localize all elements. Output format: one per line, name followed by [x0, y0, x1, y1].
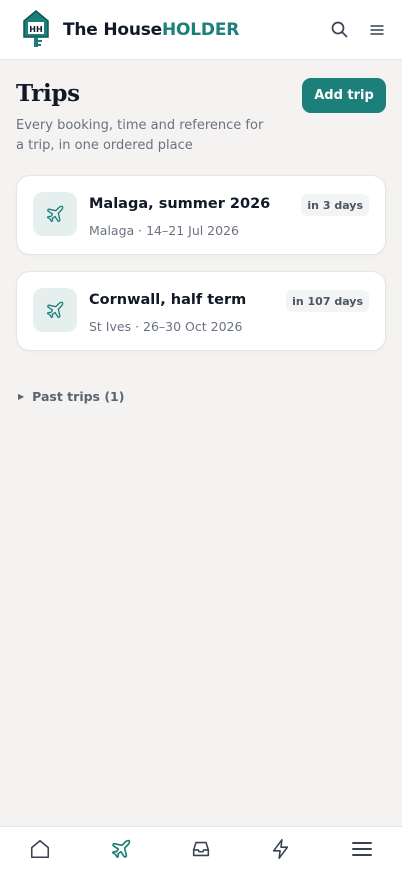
brand-name-part2: HOLDER: [162, 19, 240, 40]
app-header: HH The HouseHOLDER: [0, 0, 402, 60]
trip-name: Malaga, summer 2026: [89, 196, 271, 212]
nav-trips[interactable]: [80, 827, 160, 874]
home-icon: [29, 838, 51, 864]
plane-icon: [110, 838, 132, 864]
bottom-nav: [0, 826, 402, 874]
search-icon[interactable]: [330, 21, 348, 39]
svg-text:HH: HH: [29, 25, 42, 34]
trip-countdown-badge: in 3 days: [301, 194, 369, 216]
nav-menu[interactable]: [322, 827, 402, 874]
page-header: Trips Every booking, time and reference …: [16, 78, 386, 156]
lightning-icon: [270, 838, 292, 864]
trip-card[interactable]: Cornwall, half term St Ives · 26–30 Oct …: [16, 271, 386, 351]
add-trip-button[interactable]: Add trip: [302, 78, 386, 113]
menu-icon: [351, 841, 372, 861]
plane-icon: [33, 288, 77, 332]
trip-meta: Malaga · 14–21 Jul 2026: [89, 223, 239, 238]
app-logo[interactable]: HH: [22, 9, 50, 51]
nav-inbox[interactable]: [161, 827, 241, 874]
trip-countdown-badge: in 107 days: [286, 290, 369, 312]
menu-icon[interactable]: [368, 21, 386, 39]
nav-home[interactable]: [0, 827, 80, 874]
brand-name-part1: The House: [63, 19, 163, 40]
nav-activity[interactable]: [241, 827, 321, 874]
inbox-icon: [190, 838, 212, 864]
trip-name: Cornwall, half term: [89, 292, 247, 308]
page-subtitle: Every booking, time and reference for a …: [16, 118, 264, 153]
caret-right-icon: ▶: [18, 392, 25, 401]
past-trips-toggle[interactable]: ▶ Past trips (1): [18, 389, 124, 404]
brand-name: The HouseHOLDER: [63, 20, 239, 40]
trip-card[interactable]: Malaga, summer 2026 Malaga · 14–21 Jul 2…: [16, 175, 386, 255]
past-trips-label: Past trips (1): [32, 389, 125, 404]
trip-meta: St Ives · 26–30 Oct 2026: [89, 319, 243, 334]
plane-icon: [33, 192, 77, 236]
